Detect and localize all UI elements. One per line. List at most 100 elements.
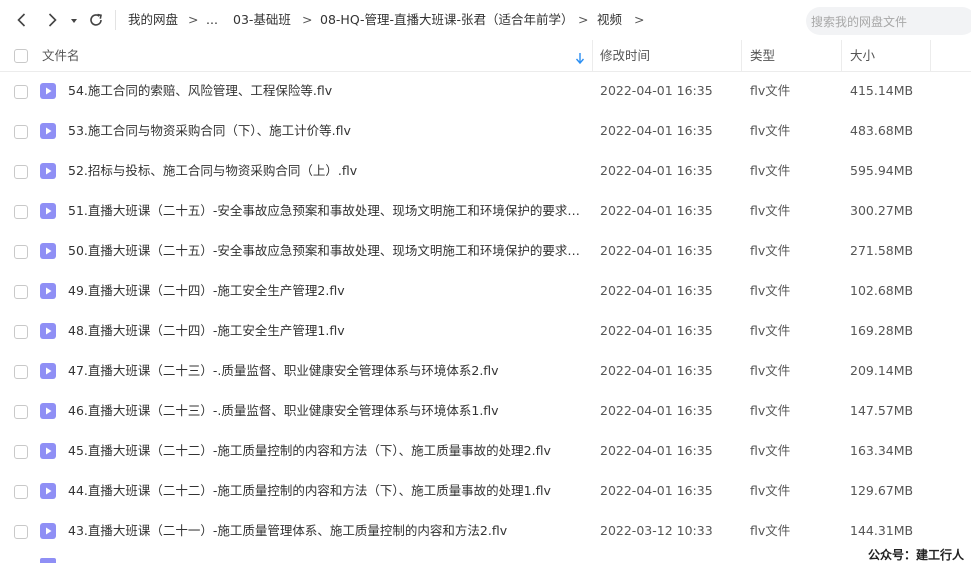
column-modified[interactable]: 修改时间 (600, 48, 650, 64)
file-size: 595.94MB (850, 163, 914, 178)
file-name[interactable]: 53.施工合同与物资采购合同（下）、施工计价等.flv (68, 123, 584, 139)
file-modified: 2022-04-01 16:35 (600, 323, 713, 338)
file-type: flv文件 (750, 483, 791, 498)
file-row[interactable]: 50.直播大班课（二十五）-安全事故应急预案和事故处理、现场文明施工和环境保护的… (0, 231, 971, 271)
column-divider[interactable] (930, 40, 931, 71)
file-row[interactable]: 47.直播大班课（二十三）-.质量监督、职业健康安全管理体系与环境体系2.flv… (0, 351, 971, 391)
file-type: flv文件 (750, 523, 791, 538)
file-name[interactable]: 43.直播大班课（二十一）-施工质量管理体系、施工质量控制的内容和方法2.flv (68, 523, 584, 539)
file-type: flv文件 (750, 283, 791, 298)
video-file-icon (40, 123, 56, 139)
file-size: 169.28MB (850, 323, 914, 338)
column-divider[interactable] (741, 40, 742, 71)
file-size: 271.58MB (850, 243, 914, 258)
back-icon[interactable] (12, 10, 32, 30)
file-modified: 2022-04-01 16:35 (600, 163, 713, 178)
video-file-icon (40, 163, 56, 179)
file-name[interactable]: 47.直播大班课（二十三）-.质量监督、职业健康安全管理体系与环境体系2.flv (68, 363, 584, 379)
toolbar: 我的网盘 > ... 03-基础班 > 08-HQ-管理-直播大班课-张君（适合… (0, 0, 971, 40)
file-type: flv文件 (750, 203, 791, 218)
row-checkbox[interactable] (14, 285, 28, 299)
file-name[interactable]: 51.直播大班课（二十五）-安全事故应急预案和事故处理、现场文明施工和环境保护的… (68, 203, 584, 219)
file-name[interactable]: 49.直播大班课（二十四）-施工安全生产管理2.flv (68, 283, 584, 299)
file-type: flv文件 (750, 363, 791, 378)
file-modified: 2022-04-01 16:35 (600, 443, 713, 458)
row-checkbox[interactable] (14, 245, 28, 259)
video-file-icon (40, 558, 56, 563)
file-row[interactable]: 48.直播大班课（二十四）-施工安全生产管理1.flv 2022-04-01 1… (0, 311, 971, 351)
column-divider[interactable] (592, 40, 593, 71)
file-size: 483.68MB (850, 123, 914, 138)
file-type: flv文件 (750, 323, 791, 338)
breadcrumb-video[interactable]: 视频 (597, 12, 622, 28)
breadcrumb-basic-class[interactable]: 03-基础班 (233, 12, 291, 28)
watermark: 公众号：建工行人 (868, 548, 965, 562)
file-modified: 2022-03-12 10:33 (600, 523, 713, 538)
row-checkbox[interactable] (14, 85, 28, 99)
sort-arrow-icon[interactable] (575, 50, 585, 65)
file-row[interactable]: 49.直播大班课（二十四）-施工安全生产管理2.flv 2022-04-01 1… (0, 271, 971, 311)
search-input[interactable]: 搜索我的网盘文件 (806, 7, 971, 35)
file-row[interactable]: 44.直播大班课（二十二）-施工质量控制的内容和方法（下）、施工质量事故的处理1… (0, 471, 971, 511)
row-checkbox[interactable] (14, 445, 28, 459)
file-size: 102.68MB (850, 283, 914, 298)
file-type: flv文件 (750, 163, 791, 178)
history-dropdown-icon[interactable] (68, 10, 80, 30)
row-checkbox[interactable] (14, 365, 28, 379)
video-file-icon (40, 523, 56, 539)
refresh-icon[interactable] (86, 10, 106, 30)
breadcrumb-ellipsis[interactable]: ... (206, 12, 218, 28)
file-type: flv文件 (750, 83, 791, 98)
row-checkbox[interactable] (14, 405, 28, 419)
forward-icon[interactable] (42, 10, 62, 30)
row-checkbox[interactable] (14, 165, 28, 179)
video-file-icon (40, 403, 56, 419)
file-modified: 2022-04-01 16:35 (600, 203, 713, 218)
column-type[interactable]: 类型 (750, 48, 775, 64)
breadcrumb-course-folder[interactable]: 08-HQ-管理-直播大班课-张君（适合年前学） (320, 12, 574, 28)
file-size: 163.34MB (850, 443, 914, 458)
file-type: flv文件 (750, 123, 791, 138)
row-checkbox[interactable] (14, 205, 28, 219)
file-size: 147.57MB (850, 403, 914, 418)
file-name[interactable]: 54.施工合同的索赔、风险管理、工程保险等.flv (68, 83, 584, 99)
row-checkbox[interactable] (14, 325, 28, 339)
file-modified: 2022-04-01 16:35 (600, 123, 713, 138)
toolbar-divider (115, 10, 116, 30)
breadcrumb-separator: > (302, 12, 313, 27)
video-file-icon (40, 83, 56, 99)
file-row[interactable]: 46.直播大班课（二十三）-.质量监督、职业健康安全管理体系与环境体系1.flv… (0, 391, 971, 431)
video-file-icon (40, 363, 56, 379)
file-name[interactable]: 44.直播大班课（二十二）-施工质量控制的内容和方法（下）、施工质量事故的处理1… (68, 483, 584, 499)
file-row[interactable]: 51.直播大班课（二十五）-安全事故应急预案和事故处理、现场文明施工和环境保护的… (0, 191, 971, 231)
breadcrumb-separator: > (634, 12, 645, 27)
file-row[interactable]: 45.直播大班课（二十二）-施工质量控制的内容和方法（下）、施工质量事故的处理2… (0, 431, 971, 471)
file-row[interactable]: 43.直播大班课（二十一）-施工质量管理体系、施工质量控制的内容和方法2.flv… (0, 511, 971, 551)
file-row[interactable]: 52.招标与投标、施工合同与物资采购合同（上）.flv 2022-04-01 1… (0, 151, 971, 191)
column-divider[interactable] (841, 40, 842, 71)
row-checkbox[interactable] (14, 125, 28, 139)
row-checkbox[interactable] (14, 485, 28, 499)
file-size: 209.14MB (850, 363, 914, 378)
file-modified: 2022-04-01 16:35 (600, 403, 713, 418)
video-file-icon (40, 483, 56, 499)
video-file-icon (40, 243, 56, 259)
file-row[interactable]: 53.施工合同与物资采购合同（下）、施工计价等.flv 2022-04-01 1… (0, 111, 971, 151)
file-type: flv文件 (750, 243, 791, 258)
file-modified: 2022-04-01 16:35 (600, 483, 713, 498)
breadcrumb-separator: > (188, 12, 199, 27)
file-list-header: 文件名 修改时间 类型 大小 (0, 40, 971, 72)
column-size[interactable]: 大小 (850, 48, 875, 64)
file-name[interactable]: 48.直播大班课（二十四）-施工安全生产管理1.flv (68, 323, 584, 339)
row-checkbox[interactable] (14, 525, 28, 539)
column-name[interactable]: 文件名 (42, 48, 80, 64)
file-size: 144.31MB (850, 523, 914, 538)
file-size: 300.27MB (850, 203, 914, 218)
select-all-checkbox[interactable] (14, 49, 28, 63)
file-name[interactable]: 50.直播大班课（二十五）-安全事故应急预案和事故处理、现场文明施工和环境保护的… (68, 243, 584, 259)
file-name[interactable]: 45.直播大班课（二十二）-施工质量控制的内容和方法（下）、施工质量事故的处理2… (68, 443, 584, 459)
file-row[interactable]: 54.施工合同的索赔、风险管理、工程保险等.flv 2022-04-01 16:… (0, 71, 971, 111)
file-name[interactable]: 46.直播大班课（二十三）-.质量监督、职业健康安全管理体系与环境体系1.flv (68, 403, 584, 419)
breadcrumb-my-drive[interactable]: 我的网盘 (128, 12, 178, 28)
file-name[interactable]: 52.招标与投标、施工合同与物资采购合同（上）.flv (68, 163, 584, 179)
